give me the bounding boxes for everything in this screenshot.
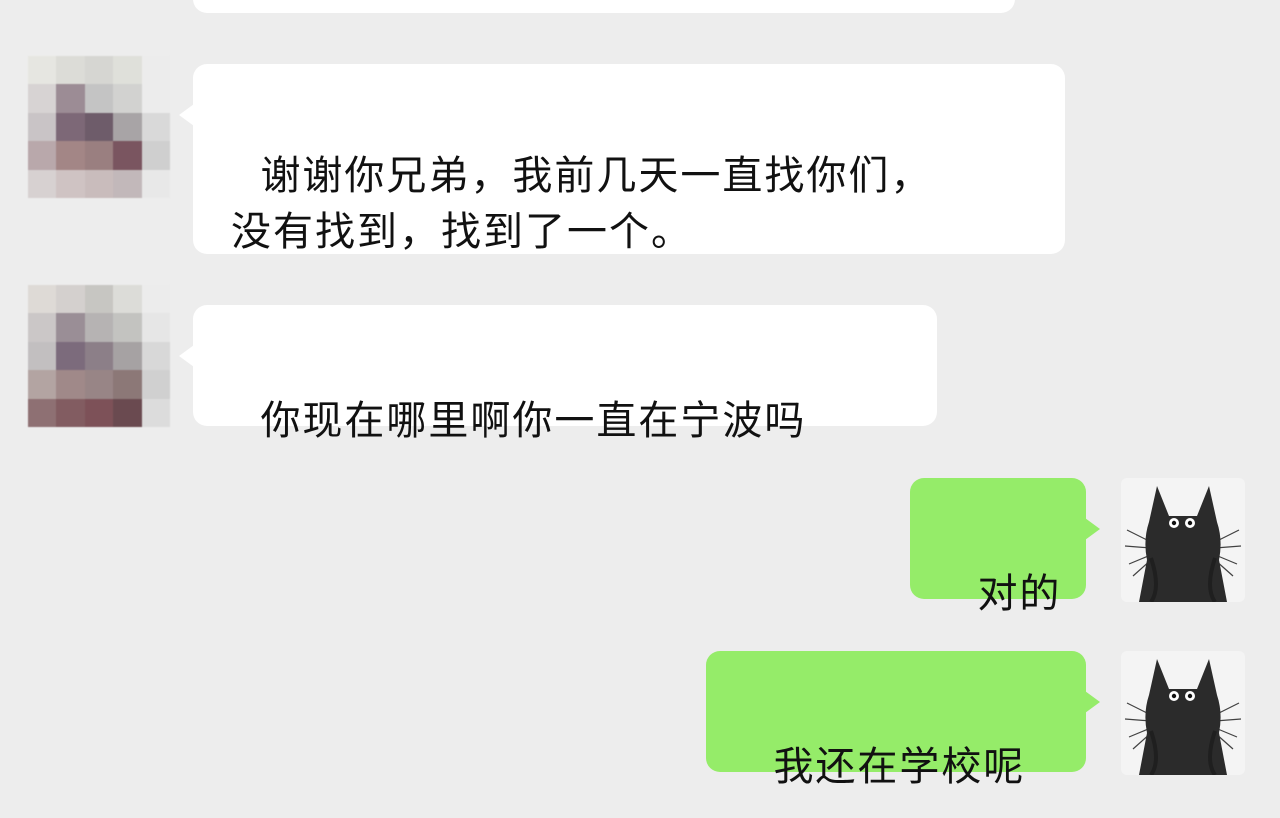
message-text: 对的 xyxy=(977,571,1062,617)
message-text: 谢谢你兄弟，我前几天一直找你们， 没有找到，找到了一个。 xyxy=(231,153,933,255)
message-bubble-sent[interactable]: 我还在学校呢 xyxy=(706,651,1100,790)
message-bubble-received[interactable]: 谢谢你兄弟，我前几天一直找你们， 没有找到，找到了一个。 xyxy=(179,64,1065,255)
contact-avatar-icon[interactable] xyxy=(28,285,170,427)
message-bubble-received[interactable]: 你现在哪里啊你一直在宁波吗 xyxy=(179,305,937,444)
black-cat-avatar-icon[interactable] xyxy=(1121,478,1245,602)
black-cat-avatar-icon[interactable] xyxy=(1121,651,1245,775)
message-text: 你现在哪里啊你一直在宁波吗 xyxy=(260,398,807,444)
message-text: 我还在学校呢 xyxy=(773,744,1026,790)
contact-avatar-icon[interactable] xyxy=(28,56,170,198)
message-bubble-sent[interactable]: 对的 xyxy=(910,478,1100,617)
previous-message-bubble-partial[interactable] xyxy=(193,0,1015,13)
